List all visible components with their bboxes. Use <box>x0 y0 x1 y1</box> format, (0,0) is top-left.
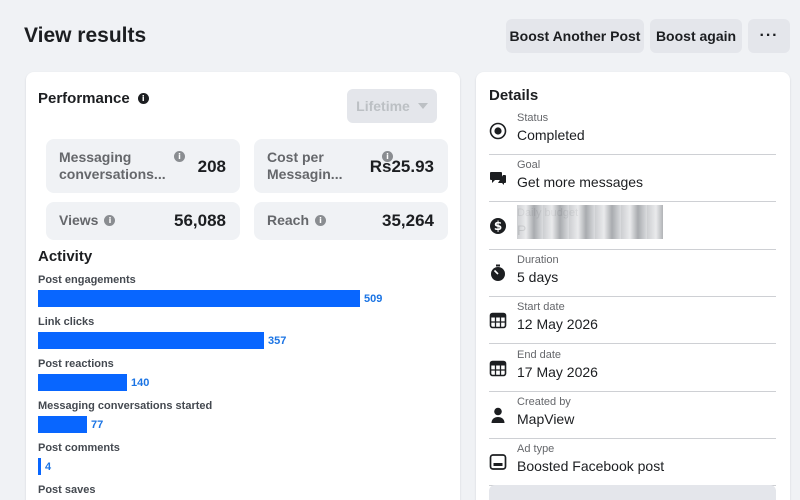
activity-bar <box>38 416 87 433</box>
activity-label: Post saves <box>38 484 96 496</box>
activity-bar <box>38 374 127 391</box>
detail-label: Status <box>517 112 549 124</box>
info-icon[interactable]: i <box>104 215 116 226</box>
status-icon <box>489 122 507 140</box>
activity-row: Post reactions 140 <box>38 358 448 394</box>
detail-value: 12 May 2026 <box>517 316 598 333</box>
detail-value: Completed <box>517 127 585 143</box>
detail-label: Created by <box>517 395 571 408</box>
activity-row: Post engagements 509 <box>38 274 448 310</box>
detail-row: Start date 12 May 2026 <box>489 297 776 345</box>
info-icon[interactable]: i <box>137 93 149 104</box>
detail-label: Start date <box>517 301 565 314</box>
stopwatch-icon <box>489 264 507 282</box>
activity-bar <box>38 290 360 307</box>
detail-row: Goal Get more messages <box>489 155 776 203</box>
detail-row: Ad type Boosted Facebook post <box>489 439 776 487</box>
info-icon[interactable]: i <box>174 151 185 162</box>
activity-bar-group: 357 <box>38 332 286 349</box>
metric-value: 208 <box>197 157 226 176</box>
boost-another-post-button[interactable]: Boost Another Post <box>506 19 644 53</box>
activity-label: Post engagements <box>38 274 136 286</box>
detail-row: Duration 5 days <box>489 250 776 297</box>
detail-row: Status Completed <box>489 108 776 155</box>
details-card: Details Status Completed Goal Get more mess… <box>476 72 790 500</box>
detail-label: Duration <box>517 253 559 266</box>
activity-bar <box>38 458 41 475</box>
metric-label-group: Views i <box>59 212 116 229</box>
calendar-icon <box>489 311 507 329</box>
activity-bar-group: 509 <box>38 290 382 307</box>
activity-label: Post comments <box>38 442 120 454</box>
activity-row: Link clicks 357 <box>38 316 448 352</box>
activity-bar-group: 77 <box>38 416 103 433</box>
detail-value: 5 days <box>517 268 559 285</box>
dollar-icon: $ <box>489 217 507 235</box>
detail-value: Get more messages <box>517 174 644 191</box>
more-options-button[interactable]: ··· <box>748 19 790 53</box>
person-icon <box>489 406 507 424</box>
metric-label-group: Reach i <box>267 212 327 229</box>
caret-down-icon <box>417 103 428 109</box>
boost-again-button[interactable]: Boost again <box>650 19 742 53</box>
date-range-label: Lifetime <box>356 98 410 114</box>
activity-value: 140 <box>131 376 150 389</box>
activity-label: Messaging conversations started <box>38 400 213 412</box>
performance-card: Performance i Lifetime Messaging convers… <box>26 72 460 500</box>
detail-label: Ad type <box>517 443 555 456</box>
performance-heading: Performance i <box>38 90 149 107</box>
metric-label: Messaging conversations... <box>59 149 166 182</box>
activity-value: 357 <box>268 334 287 347</box>
detail-value: Boosted Facebook post <box>517 458 665 475</box>
activity-value: 4 <box>45 460 52 473</box>
activity-row: Post saves <box>38 484 448 500</box>
activity-bar-group: 140 <box>38 374 149 391</box>
metric-views[interactable]: Views i 56,088 <box>46 202 240 240</box>
activity-bar-group: 4 <box>38 458 51 475</box>
page-title: View results <box>24 24 147 47</box>
metric-reach[interactable]: Reach i 35,264 <box>254 202 448 240</box>
metric-messaging-conversations[interactable]: Messaging conversations... i 208 <box>46 139 240 193</box>
activity-label: Post reactions <box>38 358 114 370</box>
activity-title: Activity <box>38 248 93 265</box>
info-icon[interactable]: i <box>315 215 327 226</box>
details-action-button[interactable] <box>489 485 776 500</box>
performance-title: Performance <box>38 90 130 107</box>
detail-value: 17 May 2026 <box>517 363 598 380</box>
metric-label: Reach <box>267 212 310 228</box>
detail-label: Goal <box>517 159 541 172</box>
metric-cost-per-messaging[interactable]: Cost per Messagin... i Rs25.93 <box>254 139 448 193</box>
activity-value: 509 <box>364 292 383 305</box>
detail-row: End date 17 May 2026 <box>489 345 776 392</box>
calendar-icon <box>489 359 507 377</box>
detail-row: $Daily budgetP <box>489 203 776 250</box>
svg-text:$: $ <box>494 219 502 233</box>
redacted-budget <box>517 204 663 239</box>
activity-row: Messaging conversations started 77 <box>38 400 448 436</box>
detail-value: MapView <box>517 410 575 427</box>
metric-label: Cost per Messagin... <box>267 149 343 182</box>
metric-label: Views <box>59 212 99 228</box>
metric-value: 35,264 <box>382 211 434 230</box>
activity-label: Link clicks <box>38 316 95 328</box>
ad-icon <box>489 453 507 471</box>
details-title: Details <box>489 87 539 104</box>
messenger-icon <box>489 169 507 187</box>
detail-label: End date <box>517 348 562 361</box>
activity-bar <box>38 332 264 349</box>
activity-row: Post comments 4 <box>38 442 448 478</box>
activity-value: 77 <box>91 418 104 431</box>
detail-row: Created by MapView <box>489 392 776 439</box>
metric-value: 56,088 <box>174 211 226 230</box>
metric-value: Rs25.93 <box>369 157 434 176</box>
date-range-dropdown[interactable]: Lifetime <box>347 89 437 123</box>
